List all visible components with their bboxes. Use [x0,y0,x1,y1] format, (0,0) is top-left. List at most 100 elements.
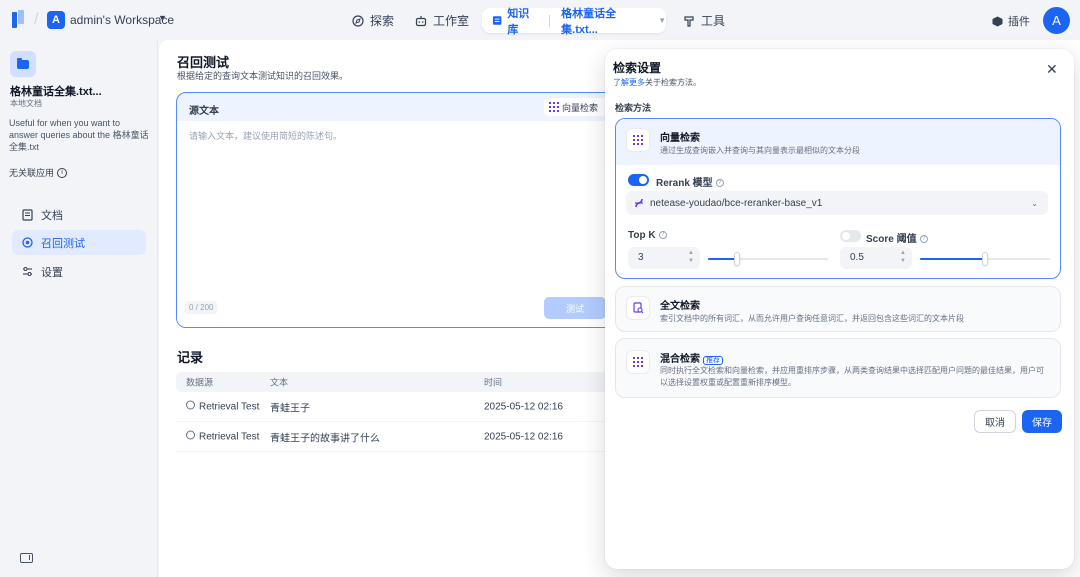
column-header: 文本 [270,377,289,388]
record-source: Retrieval Test [186,400,259,412]
plugins-label: 插件 [1008,16,1030,28]
option-vector-search[interactable]: 向量检索 通过生成查询嵌入并查询与其向量表示最相似的文本分段 Rerank 模型… [615,118,1061,279]
top-bar: / A admin's Workspace ▼ 探索 工作室 知识库 格林童话全… [0,0,1080,40]
current-dataset-switcher[interactable]: 格林童话全集.txt... [561,5,647,37]
help-icon[interactable]: ? [919,235,928,244]
rerank-model-select[interactable]: netease-youdao/bce-reranker-base_v1 ⌄ [626,191,1048,215]
rerank-toggle[interactable] [628,174,649,186]
model-provider-icon [635,198,643,208]
chevron-down-icon[interactable]: ▼ [658,16,666,25]
record-time: 2025-05-12 02:16 [484,401,563,412]
chevron-down-icon[interactable]: ▼ [158,13,167,23]
sidebar-item-label: 设置 [41,266,63,279]
dataset-type: 本地文档 [10,99,42,108]
learn-more-link[interactable]: 了解更多 [613,78,645,87]
sidebar-item-settings[interactable]: 设置 [12,259,146,284]
app-logo-icon[interactable] [12,10,26,28]
robot-icon [415,15,427,26]
plugins-button[interactable]: 插件 [992,13,1030,29]
nav-tools[interactable]: 工具 [683,12,725,29]
option-fulltext-search[interactable]: 全文检索 索引文档中的所有词汇，从而允许用户查询任意词汇，并返回包含这些词汇的文… [615,286,1061,332]
char-count: 0 / 200 [185,301,218,314]
record-text: 青蛙王子的故事讲了什么 [270,433,380,444]
topk-input[interactable]: 3 ▲ ▼ [628,247,700,269]
score-threshold-slider[interactable] [920,252,1050,266]
stepper-icon[interactable]: ▲ ▼ [688,249,694,265]
help-icon[interactable]: ? [715,179,724,188]
panel-subtitle-text: 关于检索方法。 [645,78,701,87]
nav-studio-label: 工作室 [433,14,470,28]
related-apps[interactable]: 无关联应用 i [9,166,68,179]
target-icon [22,237,33,248]
target-icon [186,400,195,410]
rerank-model-name: netease-youdao/bce-reranker-base_v1 [650,197,823,209]
compass-icon [352,14,364,27]
book-icon [492,16,502,25]
source-text-box: 源文本 向量检索 请输入文本，建议使用简短的陈述句。 0 / 200 测试 [176,92,626,328]
close-icon[interactable]: ✕ [1046,61,1058,78]
option-name: 向量检索 [660,133,700,144]
retrieval-method-label: 向量检索 [562,102,599,113]
option-name: 全文检索 [660,301,700,312]
source-text-placeholder: 请输入文本，建议使用简短的陈述句。 [189,131,343,141]
column-header: 数据源 [186,377,214,388]
record-time: 2025-05-12 02:16 [484,431,563,442]
column-header: 时间 [484,377,503,388]
nav-studio[interactable]: 工作室 [415,12,469,29]
option-name-row: 混合检索 推荐 [660,350,723,365]
record-source: Retrieval Test [186,430,259,442]
nav-explore-label: 探索 [370,14,395,28]
option-description: 通过生成查询嵌入并查询与其向量表示最相似的文本分段 [660,146,860,155]
recommended-badge: 推荐 [703,356,723,365]
nav-knowledge-label: 知识库 [507,7,530,36]
folder-icon [10,51,36,77]
option-header[interactable]: 向量检索 通过生成查询嵌入并查询与其向量表示最相似的文本分段 [616,119,1060,165]
slider-handle[interactable] [733,252,740,266]
breadcrumb-separator: / [34,11,39,28]
record-text: 青蛙王子 [270,403,310,414]
nav-explore[interactable]: 探索 [352,12,394,29]
option-hybrid-search[interactable]: 混合检索 推荐 同时执行全文检索和向量检索，并应用重排序步骤，从两类查询结果中选择… [615,338,1061,398]
stepper-icon[interactable]: ▲ ▼ [900,249,906,265]
user-avatar[interactable]: A [1043,7,1070,34]
dataset-name: 格林童话全集.txt... [10,86,102,98]
records-title: 记录 [177,350,204,365]
help-icon[interactable]: ? [658,231,667,240]
retrieval-settings-panel: 检索设置 了解更多关于检索方法。 ✕ 检索方法 向量检索 通过生成查询嵌入并查询… [605,49,1074,569]
test-button[interactable]: 测试 [544,297,606,319]
sidebar-item-label: 文档 [41,209,63,222]
info-icon[interactable]: i [57,167,68,178]
option-name: 混合检索 [660,354,700,365]
chevron-down-icon[interactable]: ⌄ [1031,199,1038,208]
option-description: 同时执行全文检索和向量检索，并应用重排序步骤，从两类查询结果中选择匹配用户问题的… [660,366,1044,387]
panel-subtitle: 了解更多关于检索方法。 [613,77,701,88]
save-button[interactable]: 保存 [1022,410,1062,433]
cancel-button[interactable]: 取消 [974,410,1016,433]
dataset-description: Useful for when you want to answer queri… [9,118,149,152]
cube-icon [992,16,1003,26]
panel-title: 检索设置 [613,61,662,75]
collapse-sidebar-icon[interactable] [20,553,33,563]
table-row[interactable]: Retrieval Test 青蛙王子的故事讲了什么 2025-05-12 02… [176,422,626,452]
nav-separator [549,14,551,27]
score-threshold-input[interactable]: 0.5 ▲ ▼ [840,247,912,269]
rerank-label: Rerank 模型? [656,174,724,189]
table-row[interactable]: Retrieval Test 青蛙王子 2025-05-12 02:16 [176,392,626,422]
table-header: 数据源 文本 时间 [176,372,626,392]
page-description: 根据给定的查询文本测试知识的召回效果。 [177,71,349,81]
vector-grid-icon [626,128,650,152]
vector-grid-icon [549,102,559,112]
hammer-icon [684,15,694,27]
slider-handle[interactable] [982,252,988,266]
sidebar-item-documents[interactable]: 文档 [12,202,146,227]
sidebar-item-label: 召回测试 [41,237,85,250]
score-threshold-toggle[interactable] [840,230,861,242]
sidebar-item-retrieval-test[interactable]: 召回测试 [12,230,146,255]
records-table: 数据源 文本 时间 Retrieval Test 青蛙王子 2025-05-12… [176,372,626,452]
topk-slider[interactable] [708,252,828,266]
sidebar: 格林童话全集.txt... 本地文档 Useful for when you w… [0,40,158,577]
retrieval-method-heading: 检索方法 [615,103,652,113]
nav-knowledge[interactable]: 知识库 格林童话全集.txt... ▼ [482,8,666,36]
workspace-avatar[interactable]: A [47,11,65,29]
source-text-area[interactable]: 请输入文本，建议使用简短的陈述句。 0 / 200 测试 [177,121,625,327]
